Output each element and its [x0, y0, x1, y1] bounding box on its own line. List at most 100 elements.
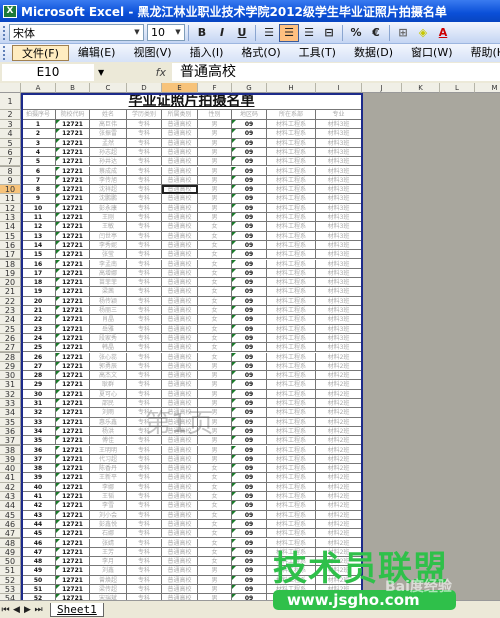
row-header-17[interactable]: 17 — [0, 250, 21, 260]
row-header-42[interactable]: 42 — [0, 482, 21, 492]
cell-E3[interactable]: 普通高校 — [162, 120, 198, 130]
cell-H35[interactable]: 材料工程系 — [267, 417, 316, 427]
cell-E9[interactable]: 普通高校 — [162, 175, 198, 186]
cell-E18[interactable]: 普通高校 — [162, 259, 198, 269]
cell-F31[interactable]: 男 — [198, 380, 232, 390]
cell-D48[interactable]: 专科 — [127, 538, 162, 548]
cell-A47[interactable]: 45 — [21, 529, 56, 539]
fx-icon[interactable]: fx — [112, 66, 172, 79]
cell-F44[interactable]: 女 — [198, 501, 232, 511]
cell-E17[interactable]: 普通高校 — [162, 250, 198, 260]
cell-B13[interactable]: 12721 — [56, 213, 90, 223]
cell-B22[interactable]: 12721 — [56, 296, 90, 306]
cell-C20[interactable]: 苗菲菲 — [90, 278, 127, 288]
cell-I14[interactable]: 材料3班 — [316, 222, 362, 232]
cell-A27[interactable]: 25 — [21, 343, 56, 353]
cell-H6[interactable]: 材料工程系 — [267, 147, 316, 158]
cell-H10[interactable]: 材料工程系 — [267, 185, 316, 195]
cell-F5[interactable]: 男 — [198, 138, 232, 148]
row-header-5[interactable]: 5 — [0, 138, 21, 148]
cell-G11[interactable]: 09 — [232, 194, 267, 204]
cell-A3[interactable]: 1 — [21, 120, 56, 130]
cell-G35[interactable]: 09 — [232, 417, 267, 427]
cell-B23[interactable]: 12721 — [56, 306, 90, 316]
row-header-9[interactable]: 9 — [0, 175, 21, 186]
cell-F26[interactable]: 女 — [198, 333, 232, 344]
cell-F25[interactable]: 女 — [198, 324, 232, 334]
cell-C39[interactable]: 代习超 — [90, 454, 127, 465]
cell-A2[interactable]: 拍摄序号 — [21, 110, 56, 120]
cell-E6[interactable]: 普通高校 — [162, 147, 198, 158]
cell-I18[interactable]: 材料3班 — [316, 259, 362, 269]
row-header-6[interactable]: 6 — [0, 147, 21, 158]
cell-C22[interactable]: 杨传颖 — [90, 296, 127, 306]
cell-B18[interactable]: 12721 — [56, 259, 90, 269]
cell-C51[interactable]: 刘鑫 — [90, 566, 127, 576]
menu-help[interactable]: 帮助(H) — [462, 45, 500, 61]
column-header-J[interactable]: J — [362, 83, 402, 93]
cell-E22[interactable]: 普通高校 — [162, 296, 198, 306]
row-header-3[interactable]: 3 — [0, 120, 21, 130]
cell-H15[interactable]: 材料工程系 — [267, 231, 316, 241]
align-right-button[interactable]: ☰ — [299, 24, 319, 42]
cell-E2[interactable]: 所属类别 — [162, 110, 198, 120]
cell-F3[interactable]: 男 — [198, 120, 232, 130]
menu-view[interactable]: 视图(V) — [124, 45, 180, 61]
cell-C17[interactable]: 张莹 — [90, 250, 127, 260]
cell-A13[interactable]: 11 — [21, 213, 56, 223]
row-header-12[interactable]: 12 — [0, 203, 21, 213]
cell-H44[interactable]: 材料工程系 — [267, 501, 316, 511]
cell-D36[interactable]: 专科 — [127, 426, 162, 437]
cell-I5[interactable]: 材料3班 — [316, 138, 362, 148]
cell-D29[interactable]: 专科 — [127, 361, 162, 372]
cell-H48[interactable]: 材料工程系 — [267, 538, 316, 548]
formula-input[interactable]: 普通高校 — [172, 63, 500, 81]
row-header-41[interactable]: 41 — [0, 473, 21, 483]
cell-H12[interactable]: 材料工程系 — [267, 203, 316, 213]
cell-I41[interactable]: 材料2班 — [316, 473, 362, 483]
cell-E32[interactable]: 普通高校 — [162, 389, 198, 399]
row-header-32[interactable]: 32 — [0, 389, 21, 399]
cell-C21[interactable]: 梁茜 — [90, 287, 127, 297]
cell-B6[interactable]: 12721 — [56, 147, 90, 158]
cell-B21[interactable]: 12721 — [56, 287, 90, 297]
cell-B42[interactable]: 12721 — [56, 482, 90, 492]
cell-B17[interactable]: 12721 — [56, 250, 90, 260]
cell-A8[interactable]: 6 — [21, 166, 56, 176]
cell-C19[interactable]: 高增娜 — [90, 268, 127, 279]
cell-A38[interactable]: 36 — [21, 445, 56, 455]
cell-D37[interactable]: 专科 — [127, 436, 162, 446]
cell-B34[interactable]: 12721 — [56, 408, 90, 418]
cell-A22[interactable]: 20 — [21, 296, 56, 306]
cell-D2[interactable]: 学历类别 — [127, 110, 162, 120]
cell-B24[interactable]: 12721 — [56, 315, 90, 325]
cell-B44[interactable]: 12721 — [56, 501, 90, 511]
cell-G53[interactable]: 09 — [232, 585, 267, 595]
menu-file[interactable]: 文件(F) — [12, 45, 69, 61]
cell-D52[interactable]: 专科 — [127, 575, 162, 585]
cell-C35[interactable]: 惠乐鑫 — [90, 417, 127, 427]
cell-C10[interactable]: 沈祥超 — [90, 185, 127, 195]
cell-A10[interactable]: 8 — [21, 185, 56, 195]
cell-I44[interactable]: 材料2班 — [316, 501, 362, 511]
cell-G19[interactable]: 09 — [232, 268, 267, 279]
row-header-34[interactable]: 34 — [0, 408, 21, 418]
cell-A32[interactable]: 30 — [21, 389, 56, 399]
cell-G36[interactable]: 09 — [232, 426, 267, 437]
menu-insert[interactable]: 插入(I) — [181, 45, 233, 61]
row-header-22[interactable]: 22 — [0, 296, 21, 306]
row-header-1[interactable]: 1 — [0, 93, 21, 110]
cell-E34[interactable]: 普通高校 — [162, 408, 198, 418]
cell-C27[interactable]: 韩晶 — [90, 343, 127, 353]
row-header-13[interactable]: 13 — [0, 213, 21, 223]
cell-C40[interactable]: 陈香丹 — [90, 464, 127, 474]
row-header-53[interactable]: 53 — [0, 585, 21, 595]
cell-C48[interactable]: 张婧 — [90, 538, 127, 548]
merge-center-button[interactable]: ⊟ — [319, 24, 339, 42]
cell-A25[interactable]: 23 — [21, 324, 56, 334]
cell-D14[interactable]: 专科 — [127, 222, 162, 232]
cell-F13[interactable]: 男 — [198, 213, 232, 223]
cell-C24[interactable]: 肖晶 — [90, 315, 127, 325]
cell-G28[interactable]: 09 — [232, 352, 267, 362]
cell-C28[interactable]: 张心蕊 — [90, 352, 127, 362]
